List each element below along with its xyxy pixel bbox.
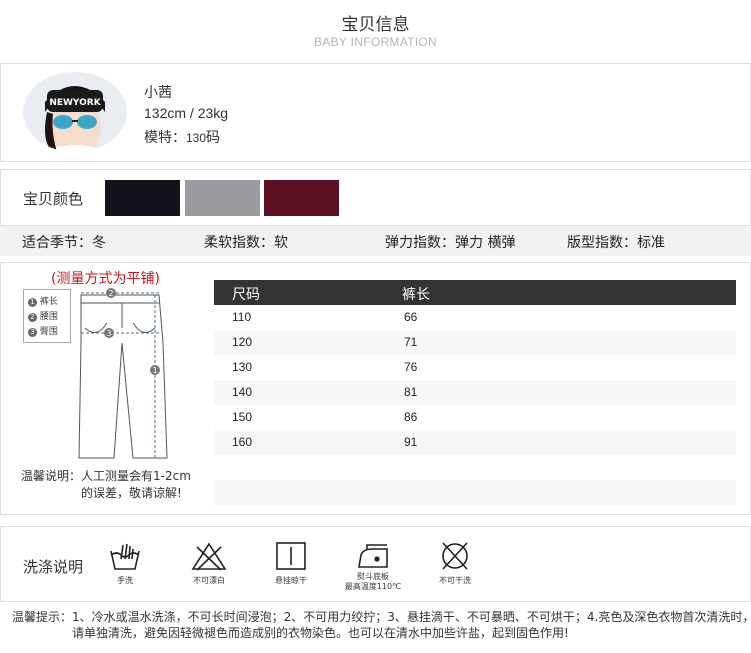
color-swatch-gray[interactable] <box>185 180 260 216</box>
care-text-no-bleach: 不可漂白 <box>193 576 225 585</box>
hang-dry-icon <box>276 542 306 570</box>
legend-item-length: 1 裤长 <box>28 294 58 307</box>
legend-num-3-icon: 3 <box>28 328 37 337</box>
size-cell: 150 <box>232 410 253 424</box>
svg-text:NEWYORK: NEWYORK <box>49 98 101 108</box>
care-item-no-dry-clean: 不可干洗 <box>431 541 479 586</box>
model-size: 模特：130码 <box>144 127 220 147</box>
size-cell: 140 <box>232 385 253 399</box>
size-cell: 120 <box>232 335 253 349</box>
care-item-no-bleach: 不可漂白 <box>185 541 233 586</box>
measure-note-line2: 的误差，敬请谅解! <box>81 486 182 500</box>
length-cell: 91 <box>404 435 418 449</box>
model-photo: NEWYORK <box>23 72 127 152</box>
attr-elasticity-value: 弹力 横弹 <box>455 235 516 251</box>
model-stats: 132cm / 23kg <box>144 105 229 121</box>
length-cell: 81 <box>404 385 418 399</box>
table-row-empty <box>214 480 736 505</box>
table-row: 150 86 <box>214 405 736 430</box>
care-item-hang-dry: 悬挂晾干 <box>267 541 315 586</box>
length-cell: 66 <box>404 310 418 324</box>
attr-softness: 柔软指数：软 <box>204 232 288 252</box>
size-table-header: 尺码 裤长 <box>214 280 736 305</box>
pants-marker-length: 1 <box>152 366 157 375</box>
legend-item-waist: 2 腰围 <box>28 309 58 322</box>
attributes-bar: 适合季节：冬 柔软指数：软 弹力指数：弹力 横弹 版型指数：标准 <box>0 226 751 256</box>
care-box: 洗涤说明 手洗 不可漂白 悬挂晾干 熨斗底板 最高温度110℃ 不可干洗 <box>0 526 751 602</box>
size-box: (测量方式为平铺) 1 裤长 2 腰围 3 臀围 2 3 1 温馨说明：人工测量… <box>0 262 751 515</box>
attr-season: 适合季节：冬 <box>22 232 106 252</box>
legend-text-length: 裤长 <box>39 297 58 307</box>
table-row: 130 76 <box>214 355 736 380</box>
care-text-no-dry-clean: 不可干洗 <box>439 576 471 585</box>
care-item-iron: 熨斗底板 最高温度110℃ <box>343 541 403 592</box>
model-size-value: 130 <box>186 131 207 145</box>
attr-softness-label: 柔软指数： <box>204 235 274 251</box>
section-title: 宝贝信息 <box>341 15 410 35</box>
notice-line2: 请单独清洗，避免因轻微褪色而造成别的衣物染色。也可以在清水中加些许盐，起到固色作… <box>72 626 569 640</box>
no-tumble-dry-icon <box>442 542 468 570</box>
care-text-hand-wash: 手洗 <box>117 576 133 585</box>
measure-legend: 1 裤长 2 腰围 3 臀围 <box>23 289 71 343</box>
measure-note-line1: 温馨说明：人工测量会有1-2cm <box>21 469 191 483</box>
care-text-hang-dry: 悬挂晾干 <box>275 576 307 585</box>
attr-fit-value: 标准 <box>637 235 665 251</box>
table-row: 120 71 <box>214 330 736 355</box>
model-size-label: 模特： <box>144 130 186 146</box>
care-text-iron-temp: 最高温度110℃ <box>344 582 402 591</box>
attr-elasticity-label: 弹力指数： <box>385 235 455 251</box>
model-avatar: NEWYORK <box>23 72 127 152</box>
size-cell: 110 <box>232 310 252 324</box>
size-table-body: 110 66 120 71 130 76 140 81 150 86 160 9… <box>214 305 736 505</box>
size-cell: 160 <box>232 435 253 449</box>
size-cell: 130 <box>232 360 253 374</box>
model-size-suffix: 码 <box>206 130 221 146</box>
pants-marker-hip: 3 <box>106 329 111 338</box>
model-info-box: NEWYORK 小茜 132cm / 23kg 模特：130码 <box>0 63 751 162</box>
length-cell: 76 <box>404 360 418 374</box>
color-swatch-wine[interactable] <box>264 180 339 216</box>
section-subtitle: BABY INFORMATION <box>313 35 438 49</box>
model-name: 小茜 <box>144 85 172 101</box>
attr-fit: 版型指数：标准 <box>567 232 665 252</box>
legend-item-hip: 3 臀围 <box>28 324 58 337</box>
color-swatch-black[interactable] <box>105 180 180 216</box>
legend-text-hip: 臀围 <box>39 327 58 337</box>
length-cell: 71 <box>404 335 418 349</box>
hand-wash-icon <box>110 543 140 570</box>
colors-box: 宝贝颜色 <box>0 169 751 226</box>
care-item-hand-wash: 手洗 <box>101 541 149 586</box>
attr-season-label: 适合季节： <box>22 235 92 251</box>
table-row-empty <box>214 455 736 480</box>
attr-elasticity: 弹力指数：弹力 横弹 <box>385 232 515 252</box>
attr-fit-label: 版型指数： <box>567 235 637 251</box>
iron-icon <box>358 544 388 568</box>
pants-marker-waist: 2 <box>108 289 113 298</box>
no-bleach-icon <box>191 542 227 571</box>
table-row: 110 66 <box>214 305 736 330</box>
pants-diagram: 2 3 1 <box>78 288 168 459</box>
legend-num-1-icon: 1 <box>28 298 37 307</box>
legend-num-2-icon: 2 <box>28 313 37 322</box>
attr-softness-value: 软 <box>274 235 288 251</box>
table-row: 160 91 <box>214 430 736 455</box>
length-cell: 86 <box>404 410 418 424</box>
length-col-header: 裤长 <box>402 287 430 303</box>
attr-season-value: 冬 <box>92 235 106 251</box>
table-row: 140 81 <box>214 380 736 405</box>
legend-text-waist: 腰围 <box>39 312 58 322</box>
care-label: 洗涤说明 <box>23 558 84 576</box>
colors-label: 宝贝颜色 <box>23 190 84 208</box>
size-col-header: 尺码 <box>232 287 260 303</box>
